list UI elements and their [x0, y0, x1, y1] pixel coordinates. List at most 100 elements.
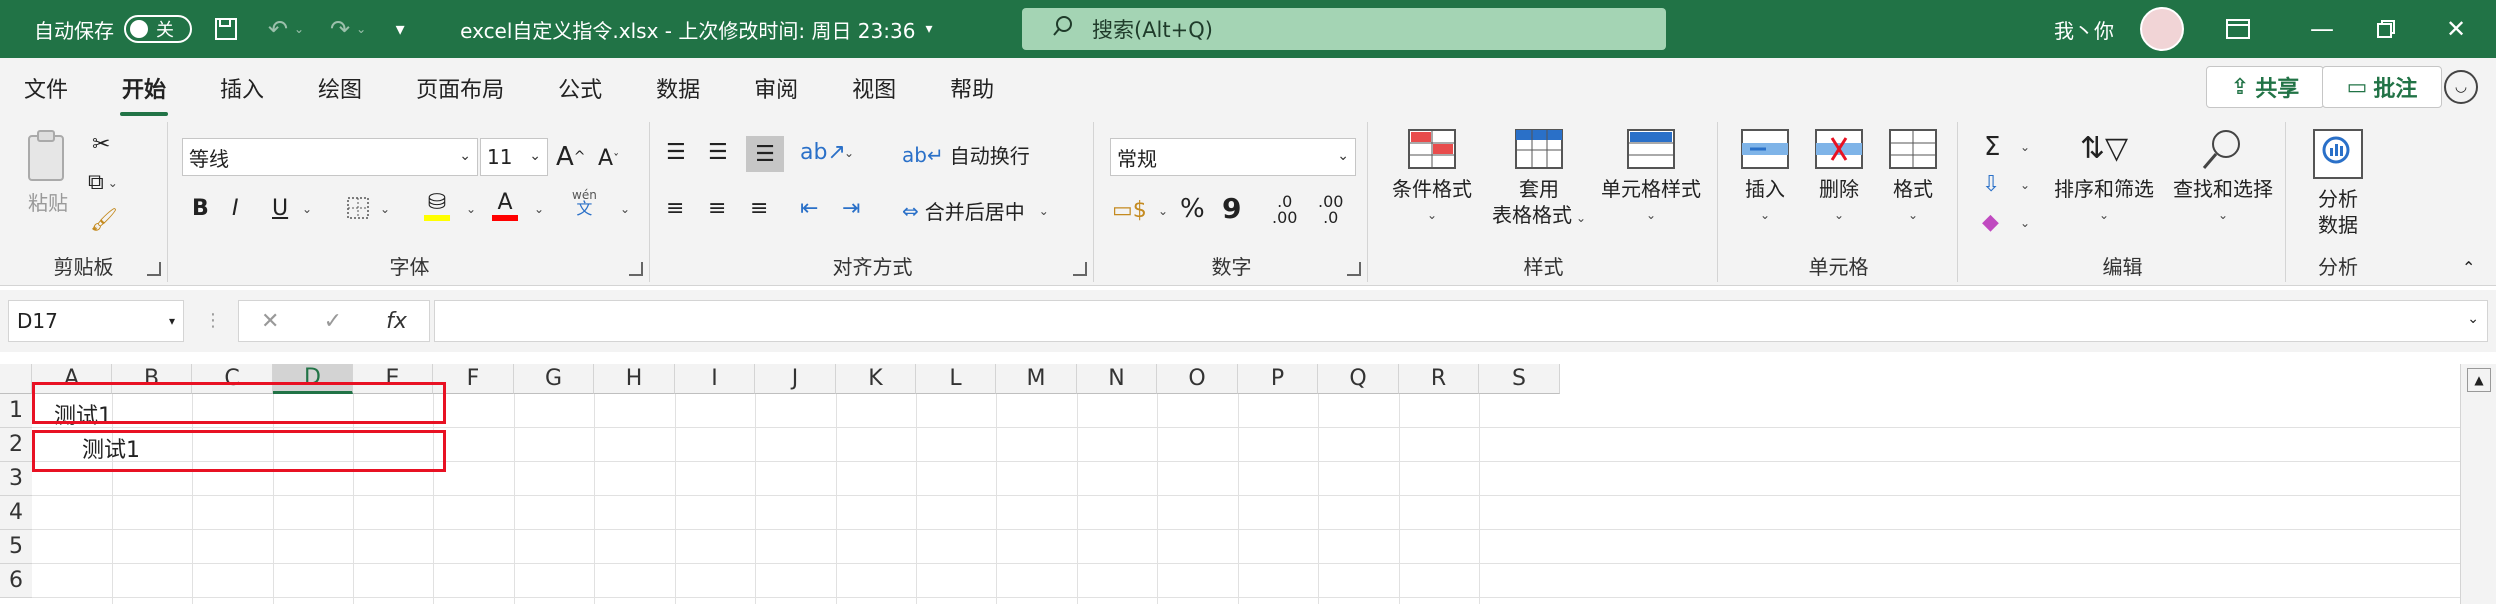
merge-center-button[interactable]: ⇔ 合并后居中 ⌄ — [902, 196, 1049, 225]
decrease-decimal-button[interactable]: .00 .0 — [1318, 194, 1343, 226]
formula-bar-grip-icon[interactable]: ⋮ — [204, 310, 222, 331]
expand-formula-bar-icon[interactable]: ⌄ — [2467, 311, 2479, 327]
comments-button[interactable]: ▭ 批注 — [2322, 66, 2442, 108]
column-header[interactable]: G — [514, 364, 594, 394]
insert-function-button[interactable]: fx — [386, 309, 407, 334]
menu-review[interactable]: 审阅 — [748, 64, 804, 112]
menu-home[interactable]: 开始 — [116, 64, 172, 116]
autosum-icon[interactable]: Σ — [1984, 132, 2000, 162]
phonetic-dropdown-icon[interactable]: ⌄ — [620, 202, 630, 216]
row-header[interactable]: 4 — [0, 496, 32, 530]
sort-filter-dropdown-icon[interactable]: ⌄ — [2044, 202, 2164, 228]
menu-view[interactable]: 视图 — [846, 64, 902, 112]
clear-icon[interactable]: ◆ — [1982, 210, 1999, 235]
share-button[interactable]: ⇪ 共享 — [2206, 66, 2324, 108]
close-icon[interactable]: ✕ — [2440, 13, 2472, 45]
enter-icon[interactable]: ✓ — [324, 309, 342, 334]
vertical-scrollbar[interactable]: ▲ — [2460, 364, 2496, 604]
name-box[interactable]: D17 ▾ — [8, 300, 184, 342]
redo-icon[interactable]: ↷ — [324, 13, 356, 45]
increase-decimal-button[interactable]: .0 .00 — [1272, 194, 1297, 226]
align-top-icon[interactable]: ☰ — [666, 140, 686, 165]
customize-quick-access-icon[interactable]: ▾ — [384, 13, 416, 45]
align-right-icon[interactable]: ≡ — [750, 196, 768, 221]
column-header[interactable]: M — [996, 364, 1077, 394]
borders-dropdown-icon[interactable]: ⌄ — [380, 202, 390, 216]
save-icon[interactable] — [210, 13, 242, 45]
menu-draw[interactable]: 绘图 — [312, 64, 368, 112]
number-format-select[interactable]: 常规 ⌄ — [1110, 138, 1356, 176]
merge-dropdown-icon[interactable]: ⌄ — [1039, 204, 1049, 218]
menu-help[interactable]: 帮助 — [944, 64, 1000, 112]
column-header[interactable]: H — [594, 364, 675, 394]
column-header[interactable]: Q — [1318, 364, 1399, 394]
conditional-formatting-button[interactable]: 条件格式 ⌄ — [1382, 128, 1482, 228]
column-header[interactable]: L — [916, 364, 996, 394]
format-painter-icon[interactable]: 🖌 — [90, 208, 118, 233]
feedback-smiley-icon[interactable]: ◡ — [2444, 70, 2478, 104]
menu-insert[interactable]: 插入 — [214, 64, 270, 112]
bold-button[interactable]: B — [192, 196, 209, 221]
column-header[interactable]: S — [1479, 364, 1560, 394]
insert-cells-button[interactable]: 插入 ⌄ — [1730, 128, 1800, 228]
find-select-dropdown-icon[interactable]: ⌄ — [2166, 202, 2280, 228]
cancel-icon[interactable]: ✕ — [261, 309, 279, 334]
row-header[interactable]: 3 — [0, 462, 32, 496]
accounting-dropdown-icon[interactable]: ⌄ — [1158, 204, 1168, 218]
copy-button[interactable]: ⧉ ⌄ — [88, 170, 118, 195]
delete-cells-button[interactable]: 删除 ⌄ — [1804, 128, 1874, 228]
analyze-data-button[interactable]: 分析 数据 — [2306, 128, 2370, 238]
decrease-indent-icon[interactable]: ⇤ — [800, 196, 818, 221]
worksheet-grid[interactable]: A B C D E F G H I J K L M N O P Q R S 1 … — [0, 364, 2496, 604]
copy-dropdown-icon[interactable]: ⌄ — [108, 176, 118, 190]
collapse-ribbon-icon[interactable]: ⌃ — [2462, 258, 2475, 277]
insert-cells-dropdown-icon[interactable]: ⌄ — [1730, 202, 1800, 228]
menu-file[interactable]: 文件 — [18, 64, 74, 112]
phonetic-guide-button[interactable]: wén 文 — [572, 188, 597, 217]
ribbon-display-options-icon[interactable] — [2222, 13, 2254, 45]
menu-page-layout[interactable]: 页面布局 — [410, 64, 510, 112]
column-header[interactable]: N — [1077, 364, 1157, 394]
orientation-icon[interactable]: ab↗ — [800, 140, 846, 165]
font-launcher-icon[interactable] — [629, 262, 643, 276]
cell-styles-button[interactable]: 单元格样式 ⌄ — [1594, 128, 1708, 228]
undo-icon[interactable]: ↶ — [262, 13, 294, 45]
column-header[interactable]: P — [1238, 364, 1318, 394]
name-box-dropdown-icon[interactable]: ▾ — [169, 314, 175, 328]
find-select-button[interactable]: 查找和选择 ⌄ — [2166, 128, 2280, 228]
format-as-table-dropdown-icon[interactable]: ⌄ — [1576, 211, 1586, 225]
formula-input[interactable]: ⌄ — [434, 300, 2488, 342]
column-header[interactable]: R — [1399, 364, 1479, 394]
font-color-dropdown-icon[interactable]: ⌄ — [534, 202, 544, 216]
menu-formulas[interactable]: 公式 — [552, 64, 608, 112]
align-middle-icon[interactable]: ☰ — [708, 140, 728, 165]
font-color-button[interactable]: A — [492, 190, 518, 221]
column-header[interactable]: J — [755, 364, 836, 394]
borders-icon[interactable] — [346, 196, 370, 220]
align-left-icon[interactable]: ≡ — [666, 196, 684, 221]
number-launcher-icon[interactable] — [1347, 262, 1361, 276]
search-box[interactable]: 搜索(Alt+Q) — [1022, 8, 1666, 50]
avatar[interactable] — [2140, 7, 2184, 51]
row-header[interactable]: 5 — [0, 530, 32, 564]
undo-dropdown-icon[interactable]: ⌄ — [294, 22, 304, 36]
row-header[interactable]: 2 — [0, 428, 32, 462]
alignment-launcher-icon[interactable] — [1073, 262, 1087, 276]
align-center-icon[interactable]: ≡ — [708, 196, 726, 221]
cell-styles-dropdown-icon[interactable]: ⌄ — [1594, 202, 1708, 228]
clipboard-launcher-icon[interactable] — [147, 262, 161, 276]
increase-font-icon[interactable]: A ^ — [556, 142, 586, 172]
title-dropdown-icon[interactable]: ▾ — [925, 21, 932, 37]
redo-dropdown-icon[interactable]: ⌄ — [356, 22, 366, 36]
percent-button[interactable]: % — [1180, 194, 1205, 224]
select-all-corner[interactable] — [0, 364, 32, 394]
row-header[interactable]: 6 — [0, 564, 32, 598]
column-header[interactable]: O — [1157, 364, 1238, 394]
column-header[interactable]: K — [836, 364, 916, 394]
comma-style-button[interactable]: 9 — [1222, 192, 1241, 225]
minimize-icon[interactable]: — — [2306, 13, 2338, 45]
wrap-text-button[interactable]: ab↵ 自动换行 — [902, 140, 1030, 169]
paste-button[interactable]: 粘贴 — [18, 128, 78, 216]
sort-filter-button[interactable]: ⇅▽ 排序和筛选 ⌄ — [2044, 128, 2164, 228]
underline-button[interactable]: U — [272, 196, 288, 221]
